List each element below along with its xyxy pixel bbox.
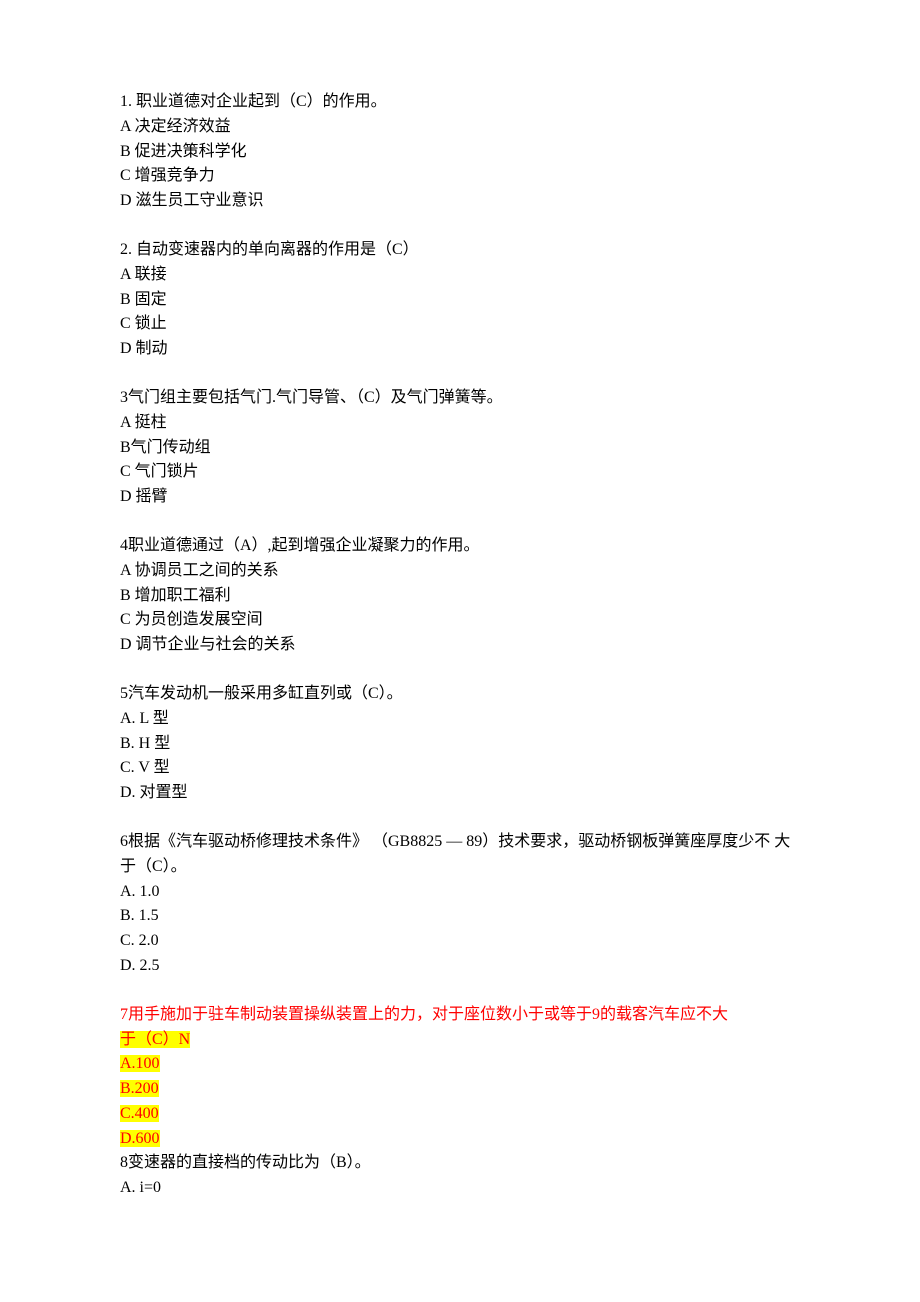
answer-option: B 固定 <box>120 288 800 313</box>
question-stem: 5汽车发动机一般采用多缸直列或（C）。 <box>120 682 800 707</box>
question-block: 3气门组主要包括气门.气门导管、（C）及气门弹簧等。 A 挺柱 B气门传动组 C… <box>120 386 800 510</box>
answer-option: C 气门锁片 <box>120 460 800 485</box>
question-block: 6根据《汽车驱动桥修理技术条件》 （GB8825 — 89）技术要求，驱动桥钢板… <box>120 830 800 979</box>
highlight: D.600 <box>120 1130 160 1147</box>
answer-option: A 协调员工之间的关系 <box>120 559 800 584</box>
highlight: B.200 <box>120 1080 159 1097</box>
answer-option: C. V 型 <box>120 756 800 781</box>
answer-option: D 滋生员工守业意识 <box>120 189 800 214</box>
answer-option: C. 2.0 <box>120 929 800 954</box>
answer-option: C 增强竞争力 <box>120 164 800 189</box>
question-block-highlighted: 7用手施加于驻车制动装置操纵装置上的力，对于座位数小于或等于9的载客汽车应不大 … <box>120 1003 800 1152</box>
question-block: 2. 自动变速器内的单向离器的作用是（C） A 联接 B 固定 C 锁止 D 制… <box>120 238 800 362</box>
highlight: 于（C）N <box>120 1031 190 1048</box>
question-stem: 2. 自动变速器内的单向离器的作用是（C） <box>120 238 800 263</box>
answer-option: C 锁止 <box>120 312 800 337</box>
question-stem-cont: 于（C）N <box>120 1028 800 1053</box>
answer-option: C.400 <box>120 1102 800 1127</box>
question-stem: 1. 职业道德对企业起到（C）的作用。 <box>120 90 800 115</box>
question-stem: 7用手施加于驻车制动装置操纵装置上的力，对于座位数小于或等于9的载客汽车应不大 <box>120 1003 800 1028</box>
answer-option: D. 对置型 <box>120 781 800 806</box>
question-block: 4职业道德通过（A）,起到增强企业凝聚力的作用。 A 协调员工之间的关系 B 增… <box>120 534 800 658</box>
answer-option: A. 1.0 <box>120 880 800 905</box>
answer-option: D 摇臂 <box>120 485 800 510</box>
answer-option: B 增加职工福利 <box>120 584 800 609</box>
question-stem: 3气门组主要包括气门.气门导管、（C）及气门弹簧等。 <box>120 386 800 411</box>
question-block: 8变速器的直接档的传动比为（B）。 A. i=0 <box>120 1151 800 1201</box>
answer-option: B. 1.5 <box>120 904 800 929</box>
answer-option: A 决定经济效益 <box>120 115 800 140</box>
answer-option: D 调节企业与社会的关系 <box>120 633 800 658</box>
question-stem: 4职业道德通过（A）,起到增强企业凝聚力的作用。 <box>120 534 800 559</box>
question-block: 5汽车发动机一般采用多缸直列或（C）。 A. L 型 B. H 型 C. V 型… <box>120 682 800 806</box>
answer-option: B. H 型 <box>120 732 800 757</box>
answer-option: A. i=0 <box>120 1176 800 1201</box>
answer-option: B气门传动组 <box>120 436 800 461</box>
highlight: A.100 <box>120 1055 160 1072</box>
answer-option: B.200 <box>120 1077 800 1102</box>
answer-option: B 促进决策科学化 <box>120 140 800 165</box>
answer-option: A. L 型 <box>120 707 800 732</box>
answer-option: A 联接 <box>120 263 800 288</box>
document-page: 1. 职业道德对企业起到（C）的作用。 A 决定经济效益 B 促进决策科学化 C… <box>0 0 920 1302</box>
answer-option: C 为员创造发展空间 <box>120 608 800 633</box>
answer-option: A 挺柱 <box>120 411 800 436</box>
answer-option: D. 2.5 <box>120 954 800 979</box>
question-block: 1. 职业道德对企业起到（C）的作用。 A 决定经济效益 B 促进决策科学化 C… <box>120 90 800 214</box>
answer-option: D.600 <box>120 1127 800 1152</box>
question-stem: 6根据《汽车驱动桥修理技术条件》 （GB8825 — 89）技术要求，驱动桥钢板… <box>120 830 800 880</box>
answer-option: A.100 <box>120 1052 800 1077</box>
question-stem: 8变速器的直接档的传动比为（B）。 <box>120 1151 800 1176</box>
highlight: C.400 <box>120 1105 159 1122</box>
answer-option: D 制动 <box>120 337 800 362</box>
